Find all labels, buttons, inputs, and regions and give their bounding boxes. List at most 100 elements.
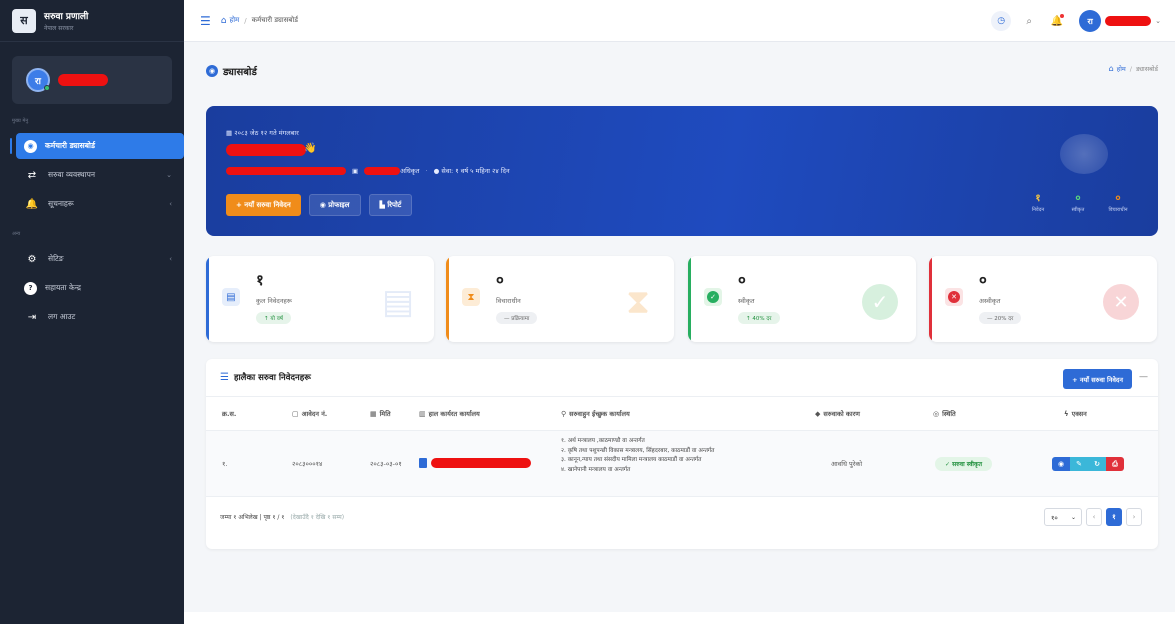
page-button-current[interactable]: १ [1106,508,1122,526]
redacted-topbar-user[interactable] [1105,16,1152,26]
location-pin-icon: ⚲ [561,409,567,418]
print-icon[interactable]: ⎙ [1106,457,1124,471]
building-icon: ▥ [419,409,426,418]
logout-icon: ⇥ [27,311,37,323]
sidebar-item-logout[interactable]: ⇥ लग आउट [16,304,184,330]
hourglass-watermark-icon: ⧗ [626,282,650,322]
col-app-no: ▢ आवेदन नं. [292,409,327,419]
dashboard-icon: ◉ [206,65,218,77]
hero-stat-value: १ [1035,193,1041,204]
panel-title-text: हालैका सरुवा निवेदनहरू [233,373,311,383]
search-icon[interactable]: ⌕ [1019,11,1039,31]
edit-icon[interactable]: ✎ [1070,457,1088,471]
col-date: ▦ मिति [370,409,391,419]
sidebar-item-settings[interactable]: ⚙ सेटिङ ‹ [16,246,184,272]
sidebar-item-label: लग आउट [48,312,76,321]
topbar-avatar[interactable]: रा [1079,10,1102,32]
emblem-logo [1060,134,1108,174]
hero-stat-value: ० [1115,193,1121,204]
new-transfer-button[interactable]: + नयाँ सरुवा निवेदन [226,194,301,216]
row-actions: ◉ ✎ ↻ ⎙ [1052,457,1124,471]
file-watermark-icon: ▤ [381,282,415,322]
brand-subtitle: नेपाल सरकार [44,25,74,32]
stat-card-total[interactable]: ▤ १ कुल निवेदनहरू ↑ यो वर्ष ▤ [206,256,434,342]
user-initial: रा [34,76,41,87]
panel-title: ☰ हालैका सरुवा निवेदनहरू [220,372,311,383]
panel-new-transfer-button[interactable]: + नयाँ सरुवा निवेदन [1063,369,1132,389]
dashboard-icon: ◉ [24,139,37,153]
card-value: ० [496,271,504,289]
section-label-other: अन्य [12,231,21,237]
menu-toggle-icon[interactable]: ☰ [200,14,211,28]
clock-icon[interactable]: ◷ [991,11,1012,31]
sidebar-item-label: सेटिङ [48,254,64,263]
document-icon: ▢ [292,409,299,418]
card-pill: ↑ 40% दर [738,312,780,324]
x-watermark-icon: ✕ [1103,282,1139,322]
stat-card-rejected[interactable]: ✕ ० अस्वीकृत — 20% दर ✕ [929,256,1157,342]
topbar: ☰ ⌂ होम / कर्मचारी ड्यासबोर्ड ◷ ⌕ 🔔 रा ⌄ [184,0,1175,42]
status-badge: ✓ सरुवा स्वीकृत [935,457,992,471]
table-header: क्र.स. ▢ आवेदन नं. ▦ मिति ▥ हाल कार्यरत कार… [206,397,1158,431]
col-label: सरुवाहुन ईच्छुक कार्यालय [569,410,630,418]
page-size-select[interactable]: १० ⌄ [1044,508,1082,526]
building-icon [419,458,427,468]
breadcrumb-current: कर्मचारी ड्यासबोर्ड [251,16,298,24]
hero-stat-approved: ० स्वीकृत [1060,190,1096,213]
page-breadcrumb-current: ड्यासबोर्ड [1135,65,1158,73]
welcome-banner: ▦ २०८३ जेठ १२ गते मंगलबार 👋 ▣ अधिकृत · ●… [206,106,1158,236]
user-card[interactable]: रा [12,56,172,104]
hero-position: अधिकृत [400,167,420,175]
card-pill: — प्रक्रियामा [496,312,538,324]
profile-button-label: प्रोफाइल [328,200,350,209]
card-label: कुल निवेदनहरू [256,297,292,305]
breadcrumb-separator: / [1129,64,1132,73]
sidebar-item-label: सूचनाहरू [48,199,74,208]
calendar-icon: ▦ [226,129,235,137]
card-accent [929,256,932,342]
card-accent [206,256,209,342]
hero-date: ▦ २०८३ जेठ १२ गते मंगलबार [226,128,299,137]
report-button[interactable]: ▙ रिपोर्ट [368,194,413,216]
sidebar-item-dashboard[interactable]: ◉ कर्मचारी ड्यासबोर्ड [10,133,184,159]
collapse-panel-icon[interactable]: — [1139,372,1148,382]
stat-card-approved[interactable]: ✓ ० स्वीकृत ↑ 40% दर ✓ [688,256,916,342]
sidebar-item-help[interactable]: ? सहायता केन्द्र [16,275,184,301]
card-pill: ↑ यो वर्ष [256,312,291,324]
hero-stat-value: ० [1075,193,1081,204]
online-status-dot [44,85,50,91]
hero-service: सेवा: १ वर्ष ५ महिना २४ दिन [441,167,510,175]
redacted-office [226,166,346,175]
stat-card-pending[interactable]: ⧗ ० विचाराधीन — प्रक्रियामा ⧗ [446,256,674,342]
desired-office-item: २. कृषि तथा पशुपन्छी विकास मन्त्रालय, सि… [561,447,715,454]
chevron-down-icon: ⌄ [1070,513,1076,521]
col-current-office: ▥ हाल कार्यरत कार्यालय [419,409,480,419]
card-value: ० [979,271,987,289]
notification-bell-icon[interactable]: 🔔 [1047,11,1067,31]
card-label: अस्वीकृत [979,297,1001,305]
cell-desired-offices: १. अर्थ मन्त्रालय ,काठमाण्डौ वा अन्तर्गत… [561,437,714,475]
hero-meta: ▣ अधिकृत · ● सेवा: १ वर्ष ५ महिना २४ दिन [226,166,510,175]
gear-icon: ⚙ [27,253,37,265]
chevron-down-icon[interactable]: ⌄ [1155,17,1161,25]
wave-emoji-icon: 👋 [304,143,317,154]
hourglass-icon: ⧗ [462,288,480,306]
breadcrumb-home[interactable]: होम [229,16,239,25]
sidebar-item-transfer-management[interactable]: ⇄ सरुवा व्यवस्थापन ⌄ [16,162,184,188]
sidebar-item-notifications[interactable]: 🔔 सूचनाहरू ‹ [16,191,184,217]
view-eye-icon[interactable]: ◉ [1052,457,1070,471]
refresh-icon[interactable]: ↻ [1088,457,1106,471]
user-avatar: रा [26,68,50,92]
page-breadcrumb-home[interactable]: होम [1117,64,1126,73]
pagination-summary: जम्मा १ अभिलेख | पृष्ठ १ / १ (देखाउँदै १… [220,513,344,521]
card-accent [688,256,691,342]
brand-logo: स [12,8,36,33]
profile-button[interactable]: ◉ प्रोफाइल [308,194,361,216]
briefcase-icon: ▣ [352,166,359,175]
brand[interactable]: स सरुवा प्रणाली नेपाल सरकार [0,0,184,42]
next-page-button[interactable]: › [1126,508,1142,526]
section-label-main: मुख्य मेनु [12,118,29,124]
prev-page-button[interactable]: ‹ [1086,508,1102,526]
card-label: स्वीकृत [738,297,755,305]
col-status: ◎ स्थिति [933,409,956,419]
